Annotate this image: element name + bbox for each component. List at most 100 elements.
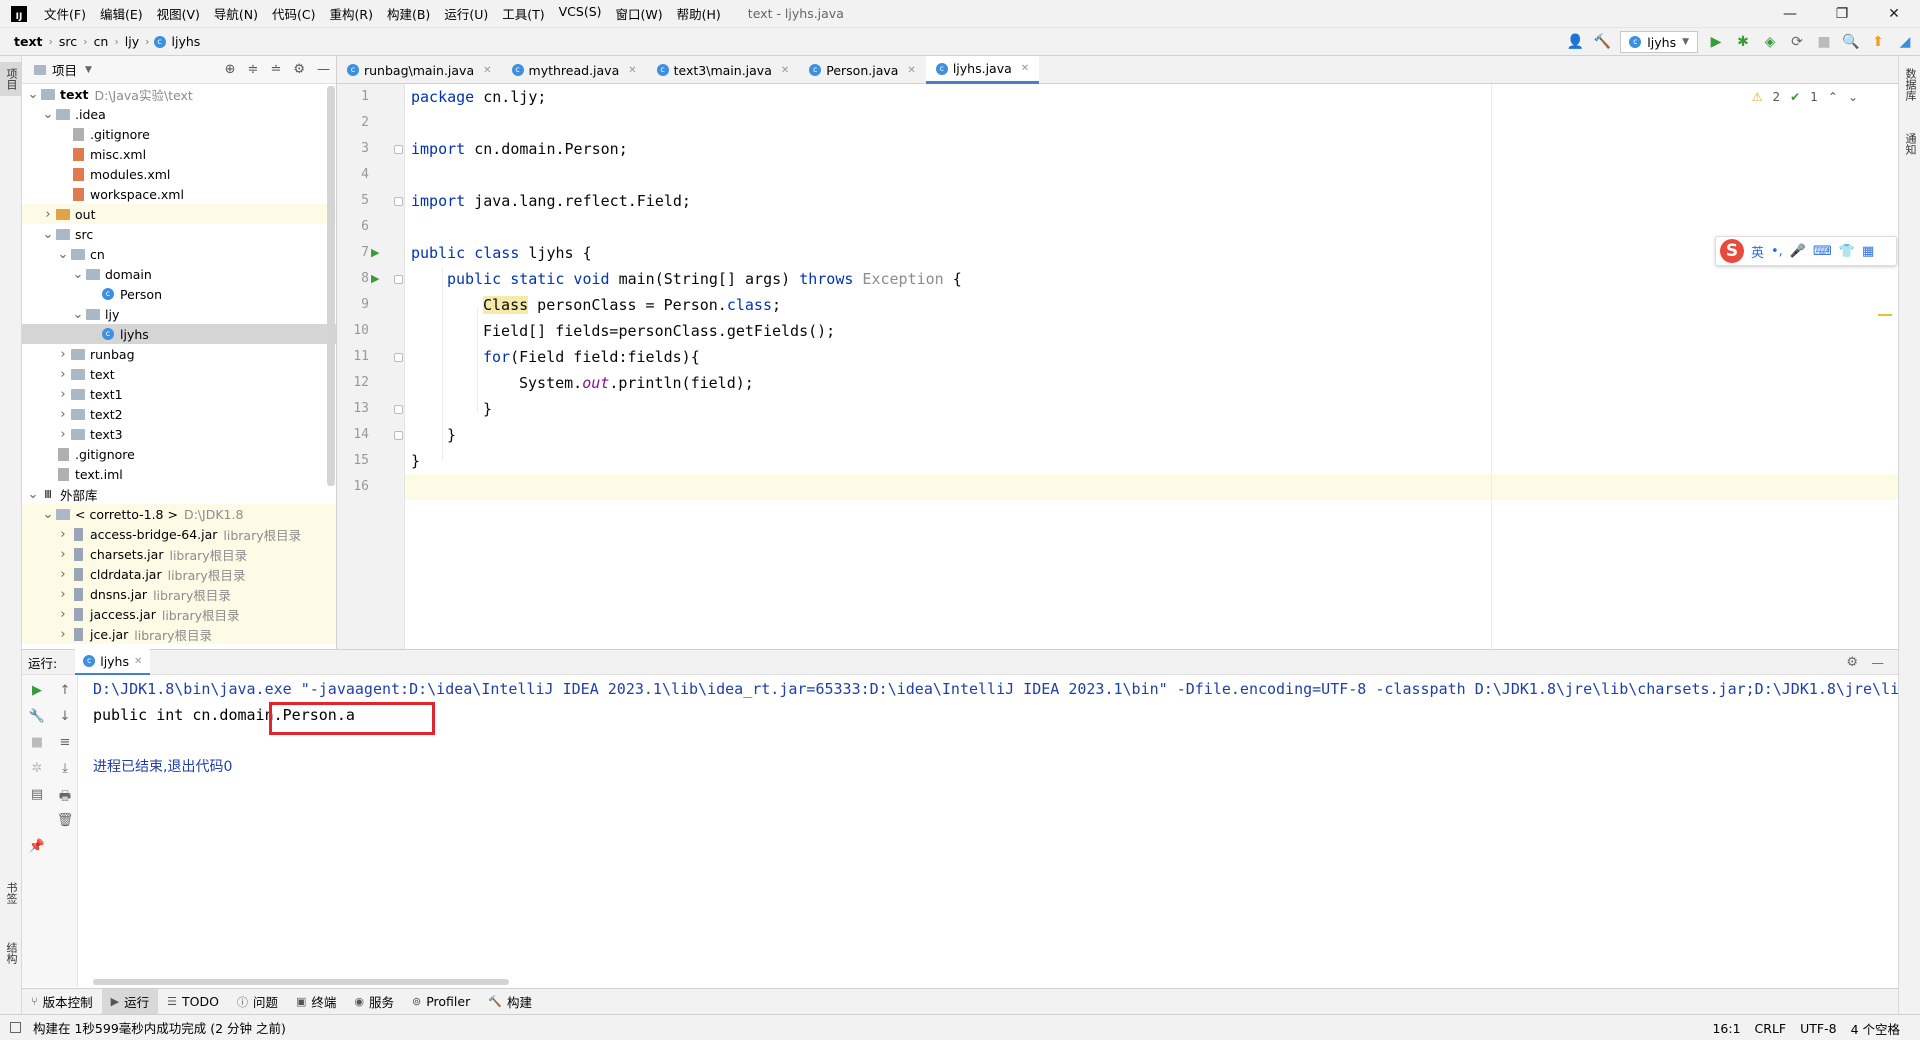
- profile-icon[interactable]: ⟳: [1788, 34, 1806, 50]
- fold-icon[interactable]: [394, 405, 403, 414]
- stop-icon[interactable]: ■: [28, 735, 46, 750]
- tree-item[interactable]: .gitignore: [22, 124, 336, 144]
- tree-item[interactable]: › text: [22, 364, 336, 384]
- fold-icon[interactable]: [394, 353, 403, 362]
- user-icon[interactable]: 👤: [1566, 34, 1584, 50]
- close-icon[interactable]: ✕: [1868, 0, 1920, 28]
- chevron-right-icon[interactable]: ›: [56, 587, 70, 602]
- chevron-right-icon[interactable]: ›: [56, 527, 70, 542]
- sogou-logo-icon[interactable]: S: [1720, 239, 1744, 263]
- project-title[interactable]: 项目: [52, 60, 77, 79]
- file-encoding[interactable]: UTF-8: [1800, 1021, 1836, 1036]
- editor-tab[interactable]: c ljyhs.java ✕: [925, 56, 1040, 84]
- scroll-to-end-icon[interactable]: ⤓: [56, 761, 74, 776]
- tree-item[interactable]: › cldrdata.jar library根目录: [22, 564, 336, 584]
- rerun-icon[interactable]: ▶: [28, 683, 46, 698]
- menu-item[interactable]: 视图(V): [150, 4, 207, 23]
- close-tab-icon[interactable]: ✕: [134, 656, 142, 667]
- strip-label-project[interactable]: 项目: [0, 62, 22, 96]
- ime-language[interactable]: 英: [1751, 242, 1764, 261]
- soft-wrap-icon[interactable]: ≡: [56, 735, 74, 750]
- menu-item[interactable]: 构建(B): [380, 4, 437, 23]
- caret-position[interactable]: 16:1: [1712, 1021, 1740, 1036]
- bottom-tab[interactable]: ⓘ 问题: [228, 989, 287, 1015]
- breadcrumb-item[interactable]: cn: [92, 34, 111, 49]
- editor-tab[interactable]: c Person.java ✕: [799, 56, 926, 84]
- fold-icon[interactable]: [394, 275, 403, 284]
- chevron-down-icon[interactable]: ⌄: [56, 247, 70, 262]
- tree-item[interactable]: › charsets.jar library根目录: [22, 544, 336, 564]
- error-stripe-mark[interactable]: [1878, 314, 1892, 316]
- microphone-icon[interactable]: 🎤: [1790, 244, 1806, 259]
- tree-item[interactable]: ⌄ ljy: [22, 304, 336, 324]
- gear-icon[interactable]: ⚙: [293, 62, 305, 77]
- menu-item[interactable]: 文件(F): [37, 4, 93, 23]
- menu-item[interactable]: 帮助(H): [670, 4, 728, 23]
- coverage-icon[interactable]: ◈: [1761, 34, 1779, 50]
- close-tab-icon[interactable]: ✕: [628, 65, 636, 76]
- chevron-down-icon[interactable]: ⌄: [71, 267, 85, 282]
- menu-item[interactable]: 工具(T): [495, 4, 551, 23]
- menu-item[interactable]: VCS(S): [552, 4, 609, 23]
- tree-item[interactable]: › runbag: [22, 344, 336, 364]
- wrench-icon[interactable]: 🔧: [28, 709, 46, 724]
- bottom-tab[interactable]: ⊚ Profiler: [403, 989, 479, 1015]
- editor-tab[interactable]: c mythread.java ✕: [502, 56, 647, 84]
- layout-icon[interactable]: ▤: [28, 787, 46, 802]
- chevron-down-icon[interactable]: ⌄: [41, 227, 55, 242]
- chevron-down-icon[interactable]: ⌄: [26, 487, 40, 502]
- scroll-up-icon[interactable]: ↑: [56, 683, 74, 698]
- run-gutter-icon[interactable]: ▶: [371, 246, 379, 259]
- chevron-right-icon[interactable]: ›: [56, 627, 70, 642]
- run-tab[interactable]: c ljyhs ✕: [75, 649, 151, 675]
- hide-icon[interactable]: —: [317, 62, 330, 77]
- print-icon[interactable]: 🖶: [56, 787, 74, 809]
- run-icon[interactable]: ▶: [1707, 34, 1725, 50]
- bottom-tab[interactable]: ▶ 运行: [101, 988, 159, 1015]
- tree-item[interactable]: › access-bridge-64.jar library根目录: [22, 524, 336, 544]
- chevron-right-icon[interactable]: ›: [56, 547, 70, 562]
- tree-item[interactable]: › jce.jar library根目录: [22, 624, 336, 644]
- expand-all-icon[interactable]: ≑: [248, 62, 259, 77]
- chevron-right-icon[interactable]: ›: [56, 567, 70, 582]
- tree-item[interactable]: c ljyhs: [22, 324, 336, 344]
- tree-item[interactable]: c Person: [22, 284, 336, 304]
- fold-icon[interactable]: [394, 431, 403, 440]
- chevron-right-icon[interactable]: ›: [56, 367, 70, 382]
- fold-icon[interactable]: [394, 197, 403, 206]
- close-tab-icon[interactable]: ✕: [781, 65, 789, 76]
- debug-icon[interactable]: ✱: [1734, 34, 1752, 50]
- tree-item[interactable]: ⌄ domain: [22, 264, 336, 284]
- collapse-all-icon[interactable]: ≐: [270, 62, 281, 77]
- bottom-tab[interactable]: ◉ 服务: [345, 989, 403, 1015]
- menu-item[interactable]: 编辑(E): [93, 4, 150, 23]
- tree-item[interactable]: › dnsns.jar library根目录: [22, 584, 336, 604]
- tree-item[interactable]: › jaccess.jar library根目录: [22, 604, 336, 624]
- bottom-tab[interactable]: ▣ 终端: [287, 989, 345, 1015]
- breadcrumb-item[interactable]: src: [57, 34, 79, 49]
- tree-item[interactable]: ⌄ text D:\Java实验\text: [22, 84, 336, 104]
- tree-item[interactable]: › out: [22, 204, 336, 224]
- chevron-down-icon[interactable]: ⌄: [41, 107, 55, 122]
- tree-item[interactable]: text.iml: [22, 464, 336, 484]
- strip-label-database[interactable]: 数据库: [1899, 62, 1920, 107]
- tree-item[interactable]: ⌄ < corretto-1.8 > D:\JDK1.8: [22, 504, 336, 524]
- debug-stack-icon[interactable]: ✲: [28, 761, 46, 776]
- status-panel-icon[interactable]: [10, 1022, 21, 1033]
- tree-item[interactable]: workspace.xml: [22, 184, 336, 204]
- pin-icon[interactable]: 📌: [28, 839, 46, 854]
- scroll-down-icon[interactable]: ↓: [56, 709, 74, 724]
- skin-icon[interactable]: 👕: [1839, 244, 1855, 259]
- ime-toolbar[interactable]: S 英 •, 🎤 ⌨ 👕 ▦: [1715, 236, 1897, 266]
- tree-item[interactable]: misc.xml: [22, 144, 336, 164]
- tree-item[interactable]: ⌄ src: [22, 224, 336, 244]
- hide-icon[interactable]: —: [1872, 655, 1885, 670]
- gear-icon[interactable]: ⚙: [1846, 655, 1858, 670]
- chevron-down-icon[interactable]: ⌄: [71, 307, 85, 322]
- strip-label-notifications[interactable]: 通知: [1899, 127, 1920, 161]
- console-horizontal-scrollbar[interactable]: [93, 979, 509, 985]
- bottom-tab[interactable]: ☰ TODO: [158, 989, 228, 1015]
- maximize-icon[interactable]: ❐: [1816, 0, 1868, 28]
- stop-icon[interactable]: ■: [1815, 34, 1833, 50]
- tree-item[interactable]: ⌄ cn: [22, 244, 336, 264]
